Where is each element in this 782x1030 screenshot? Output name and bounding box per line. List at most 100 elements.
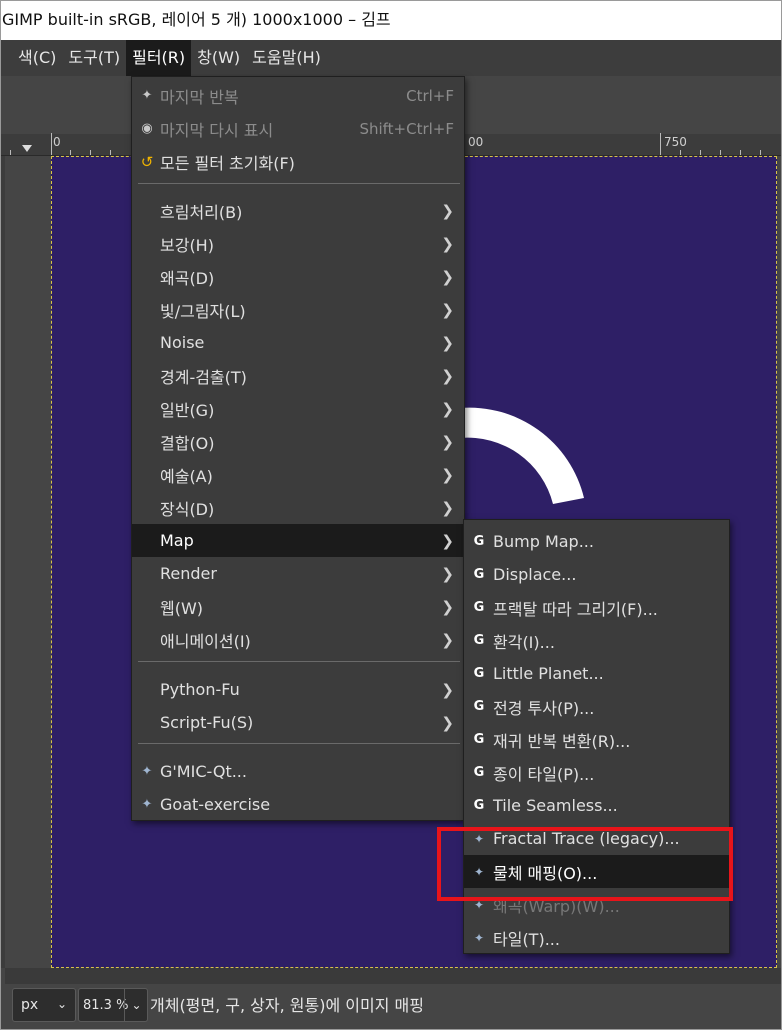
menubar: 색(C) 도구(T) 필터(R) 창(W) 도움말(H) <box>0 40 782 76</box>
menu-item-noise[interactable]: Noise ❯ <box>132 326 464 359</box>
chevron-right-icon: ❯ <box>441 597 454 616</box>
menu-item-decor[interactable]: 장식(D) ❯ <box>132 491 464 524</box>
menu-item-label: 환각(I)... <box>493 632 555 652</box>
menu-item-label: 프랙탈 따라 그리기(F)... <box>493 599 658 619</box>
menu-item-label: G'MIC-Qt... <box>160 762 247 781</box>
menu-item-goat-exercise[interactable]: ✦ Goat-exercise <box>132 788 464 821</box>
menu-item-label: Render <box>160 564 217 583</box>
chevron-right-icon: ❯ <box>441 201 454 220</box>
unit-select[interactable]: px ⌄ <box>12 988 76 1022</box>
menu-item-label: 왜곡(D) <box>160 268 215 288</box>
zoom-chevron-down-icon[interactable]: ⌄ <box>124 989 148 1021</box>
menu-item-blur[interactable]: 흐림처리(B) ❯ <box>132 194 464 227</box>
plugin-icon: ✦ <box>473 831 485 846</box>
menu-item-label: 전경 투사(P)... <box>493 698 595 718</box>
menu-item-edge-detect[interactable]: 경계-검출(T) ❯ <box>132 359 464 392</box>
menu-item-gmic-qt[interactable]: ✦ G'MIC-Qt... <box>132 755 464 788</box>
chevron-right-icon: ❯ <box>441 680 454 699</box>
menu-item-label: 빛/그림자(L) <box>160 301 246 321</box>
menu-item-label: Script-Fu(S) <box>160 713 254 732</box>
menu-item-label: Bump Map... <box>493 532 594 551</box>
menu-item-label: 타일(T)... <box>493 929 560 949</box>
menu-item-reshow-last[interactable]: ◉ 마지막 다시 표시 Shift+Ctrl+F <box>132 112 464 145</box>
ruler-tick <box>700 150 701 155</box>
chevron-right-icon: ❯ <box>441 267 454 286</box>
menu-filters[interactable]: 필터(R) <box>126 40 192 76</box>
filters-menu: ✦ 마지막 반복 Ctrl+F ◉ 마지막 다시 표시 Shift+Ctrl+F… <box>131 76 465 821</box>
ruler-label-750: 750 <box>664 135 687 149</box>
gegl-icon: G <box>473 797 485 813</box>
menu-item-label: Noise <box>160 333 205 352</box>
menu-item-generic[interactable]: 일반(G) ❯ <box>132 392 464 425</box>
menu-item-label: 결합(O) <box>160 433 215 453</box>
plugin-icon: ✦ <box>473 864 485 879</box>
menu-item-label: 애니메이션(I) <box>160 631 251 651</box>
menu-item-label: 웹(W) <box>160 598 204 618</box>
menu-item-label: 마지막 반복 <box>160 87 239 107</box>
submenu-item-warp[interactable]: ✦ 왜곡(Warp)(W)... <box>464 888 729 921</box>
menu-item-enhance[interactable]: 보강(H) ❯ <box>132 227 464 260</box>
menu-item-label: Goat-exercise <box>160 795 271 814</box>
submenu-item-tile-seamless[interactable]: G Tile Seamless... <box>464 789 729 822</box>
submenu-item-panorama-projection[interactable]: G 전경 투사(P)... <box>464 690 729 723</box>
gegl-icon: G <box>473 731 485 747</box>
submenu-item-tile[interactable]: ✦ 타일(T)... <box>464 921 729 954</box>
menu-item-label: 왜곡(Warp)(W)... <box>493 896 620 916</box>
menu-item-artistic[interactable]: 예술(A) ❯ <box>132 458 464 491</box>
menu-color[interactable]: 색(C) <box>12 40 62 76</box>
menu-item-web[interactable]: 웹(W) ❯ <box>132 590 464 623</box>
gegl-icon: G <box>473 533 485 549</box>
submenu-item-fractal-trace[interactable]: G 프랙탈 따라 그리기(F)... <box>464 591 729 624</box>
ruler-tick <box>720 150 721 155</box>
status-message: 개체(평면, 구, 상자, 원통)에 이미지 매핑 <box>150 996 424 1015</box>
ruler-tick <box>110 150 111 155</box>
menu-item-reset-all[interactable]: ↺ 모든 필터 초기화(F) <box>132 145 464 178</box>
plugin-icon: ✦ <box>473 897 485 912</box>
ruler-label-500: 00 <box>468 135 484 149</box>
chevron-down-icon: ⌄ <box>56 997 67 1011</box>
chevron-right-icon: ❯ <box>441 564 454 583</box>
ruler-tick <box>90 150 91 155</box>
submenu-item-paper-tile[interactable]: G 종이 타일(P)... <box>464 756 729 789</box>
menu-separator <box>138 183 460 184</box>
menu-item-label: 보강(H) <box>160 235 214 255</box>
plugin-icon: ✦ <box>141 797 153 812</box>
menu-item-animation[interactable]: 애니메이션(I) ❯ <box>132 623 464 656</box>
menu-item-render[interactable]: Render ❯ <box>132 557 464 590</box>
menu-item-label: Map <box>160 531 194 550</box>
gegl-icon: G <box>473 632 485 648</box>
ruler-menu-arrow-icon[interactable] <box>22 145 32 152</box>
chevron-right-icon: ❯ <box>441 465 454 484</box>
submenu-item-illusion[interactable]: G 환각(I)... <box>464 624 729 657</box>
chevron-right-icon: ❯ <box>441 333 454 352</box>
menu-item-repeat-last[interactable]: ✦ 마지막 반복 Ctrl+F <box>132 79 464 112</box>
gegl-icon: G <box>473 599 485 615</box>
submenu-item-fractal-trace-legacy[interactable]: ✦ Fractal Trace (legacy)... <box>464 822 729 855</box>
menu-item-script-fu[interactable]: Script-Fu(S) ❯ <box>132 706 464 739</box>
menu-item-label: Displace... <box>493 565 577 584</box>
reset-icon: ↺ <box>140 152 154 171</box>
horizontal-scrollbar[interactable] <box>5 968 782 984</box>
ruler-tick <box>70 150 71 155</box>
menu-item-combine[interactable]: 결합(O) ❯ <box>132 425 464 458</box>
submenu-item-displace[interactable]: G Displace... <box>464 558 729 591</box>
ruler-tick <box>740 150 741 155</box>
menu-item-label: 재귀 반복 변환(R)... <box>493 731 631 751</box>
menu-item-label: 물체 매핑(O)... <box>493 863 598 883</box>
menu-tools[interactable]: 도구(T) <box>62 40 126 76</box>
menu-item-light-shadow[interactable]: 빛/그림자(L) ❯ <box>132 293 464 326</box>
menu-item-label: 종이 타일(P)... <box>493 764 595 784</box>
submenu-item-bump-map[interactable]: G Bump Map... <box>464 525 729 558</box>
menu-help[interactable]: 도움말(H) <box>246 40 327 76</box>
submenu-item-little-planet[interactable]: G Little Planet... <box>464 657 729 690</box>
menu-windows[interactable]: 창(W) <box>191 40 246 76</box>
menu-separator <box>138 661 460 662</box>
map-submenu: G Bump Map... G Displace... G 프랙탈 따라 그리기(F)… <box>463 519 730 954</box>
menu-item-label: 장식(D) <box>160 499 215 519</box>
menu-item-python-fu[interactable]: Python-Fu ❯ <box>132 673 464 706</box>
menu-item-distorts[interactable]: 왜곡(D) ❯ <box>132 260 464 293</box>
plugin-icon: ✦ <box>141 88 153 103</box>
menu-item-map[interactable]: Map ❯ <box>132 524 464 557</box>
submenu-item-map-object[interactable]: ✦ 물체 매핑(O)... <box>464 855 729 888</box>
submenu-item-recursive-transform[interactable]: G 재귀 반복 변환(R)... <box>464 723 729 756</box>
